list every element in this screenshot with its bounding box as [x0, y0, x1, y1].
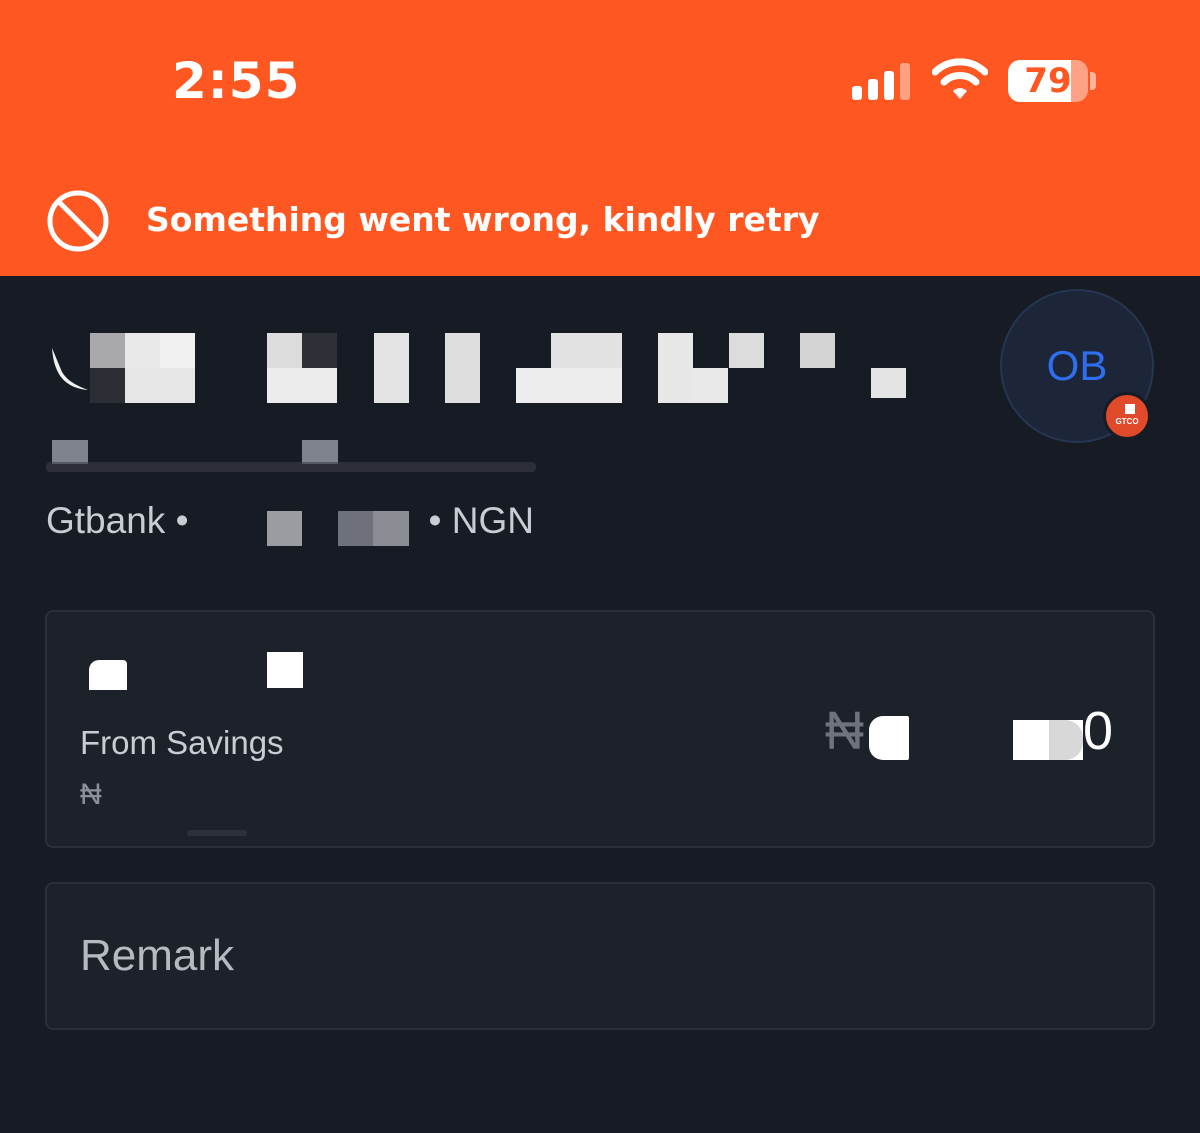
- account-name-redacted: [89, 660, 127, 690]
- wifi-icon: [932, 58, 988, 99]
- account-name-redacted: [267, 652, 303, 688]
- error-message: Something went wrong, kindly retry: [146, 200, 820, 239]
- amount-redacted: [1049, 720, 1083, 760]
- status-time: 2:55: [172, 52, 301, 110]
- bank-logo-icon: [1125, 404, 1135, 414]
- source-account-label: From Savings: [80, 724, 284, 761]
- amount-last-digit: 0: [1083, 701, 1114, 761]
- amount-redacted: [869, 716, 909, 760]
- balance-redacted: [187, 830, 247, 836]
- error-header: 2:55 79 Something went wrong, kindly ret…: [0, 0, 1200, 276]
- bank-badge-label: GTCO: [1115, 417, 1139, 426]
- balance-currency: ₦: [80, 778, 102, 811]
- currency-code: • NGN: [428, 500, 534, 541]
- amount-currency: ₦: [825, 701, 864, 761]
- battery-indicator: 79: [1008, 60, 1088, 102]
- source-account-card[interactable]: From Savings ₦ ₦ 0: [45, 610, 1155, 848]
- battery-percent: 79: [1024, 61, 1072, 101]
- prohibited-icon: [47, 190, 109, 252]
- back-arrow-icon[interactable]: [48, 338, 94, 394]
- bank-name: Gtbank •: [46, 500, 189, 541]
- remark-input[interactable]: [45, 882, 1155, 1030]
- cellular-signal-icon: [852, 63, 910, 100]
- bank-logo-badge: GTCO: [1103, 392, 1151, 440]
- battery-tip: [1090, 72, 1096, 90]
